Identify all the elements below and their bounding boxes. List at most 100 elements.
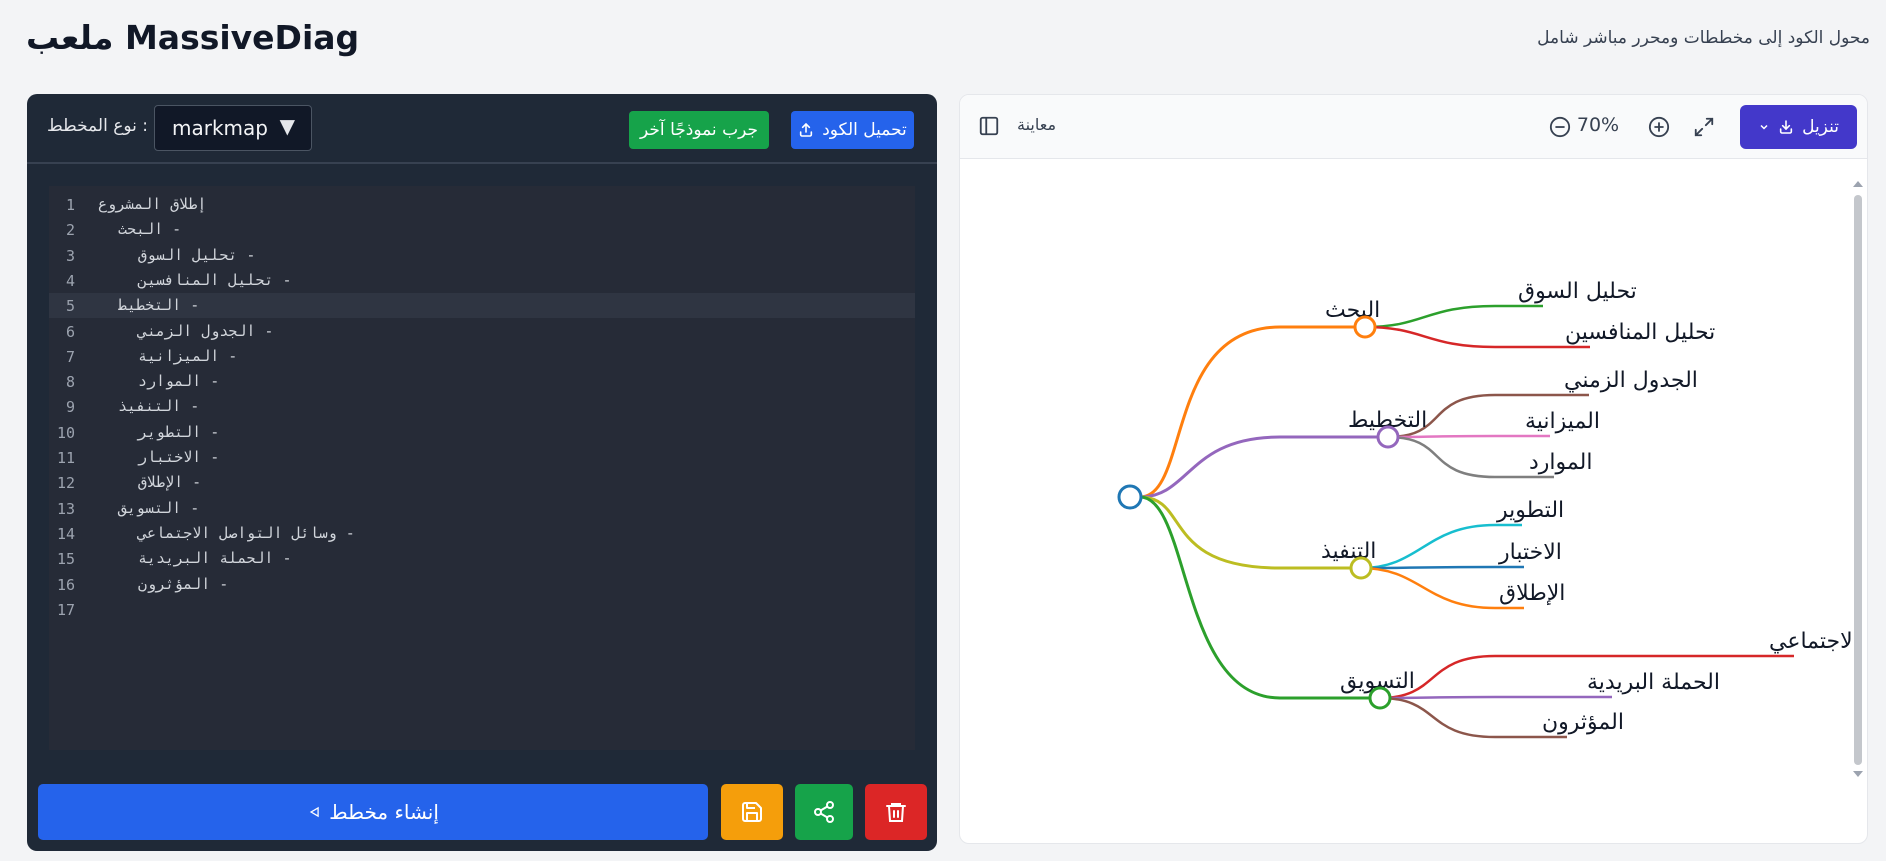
code-line-text: - البحث — [118, 220, 182, 239]
try-example-button[interactable]: جرب نموذجًا آخر — [629, 111, 769, 149]
line-number: 9 — [65, 398, 75, 417]
code-editor-panel: : نوع المخطط markmap ▼ جرب نموذجًا آخر ت… — [27, 94, 937, 851]
sidebar-toggle-icon[interactable] — [978, 115, 1000, 137]
mindmap-child-label: تحليل المنافسين — [1565, 320, 1715, 345]
code-line-text: - تحليل المنافسين — [138, 270, 292, 289]
code-line[interactable]: 5 - التخطيط — [49, 293, 915, 319]
chevron-down-icon — [1760, 124, 1768, 130]
code-line[interactable]: 12 - الإطلاق — [49, 470, 915, 495]
code-line[interactable]: 6 - الجدول الزمني — [49, 319, 915, 344]
editor-toolbar: : نوع المخطط markmap ▼ جرب نموذجًا آخر ت… — [27, 94, 937, 164]
generate-diagram-button[interactable]: إنشاء مخطط — [38, 784, 708, 840]
save-icon — [742, 802, 762, 822]
vertical-scrollbar[interactable] — [1852, 179, 1864, 779]
download-icon — [1779, 120, 1793, 134]
zoom-in-icon[interactable] — [1648, 116, 1670, 138]
code-line-text: - الحملة البريدية — [138, 549, 292, 568]
line-number: 13 — [56, 499, 75, 518]
mindmap-canvas: البحثتحليل السوقتحليل المنافسينالتخطيطال… — [1117, 279, 1867, 739]
code-line-text: - الميزانية — [138, 346, 238, 365]
line-number: 11 — [56, 449, 75, 467]
mindmap-child-link — [1379, 695, 1612, 700]
mindmap-branch-node — [1353, 315, 1377, 339]
code-line[interactable]: 9 - التنفيذ — [49, 394, 915, 419]
line-number: 5 — [65, 297, 75, 316]
upload-label: تحميل الكود — [822, 120, 907, 140]
code-textarea[interactable]: 1 إطلاق المشروع 2 - البحث 3 - تحليل السوق 4 - ت… — [49, 186, 915, 750]
line-number: 6 — [65, 322, 75, 341]
code-line[interactable]: 17 — [49, 597, 915, 622]
mindmap-child-link — [1379, 696, 1567, 739]
line-number: 17 — [56, 600, 75, 619]
save-button[interactable] — [721, 784, 783, 840]
diagram-type-value: markmap — [172, 116, 268, 140]
mindmap-branch-link — [1139, 435, 1388, 499]
diagram-type-label: : نوع المخطط — [47, 116, 148, 136]
line-number: 1 — [65, 196, 75, 214]
code-line[interactable]: 1 إطلاق المشروع — [49, 192, 915, 217]
code-line-text: - المؤثرون — [138, 574, 229, 593]
mindmap-child-label: الحملة البريدية — [1587, 670, 1720, 695]
code-line[interactable]: 11 - الاختبار — [49, 445, 915, 470]
generate-label: إنشاء مخطط — [329, 800, 439, 824]
mindmap-child-link — [1364, 304, 1543, 329]
line-number: 16 — [56, 575, 75, 594]
play-icon — [309, 806, 319, 818]
code-line-text: - الاختبار — [138, 448, 220, 466]
mindmap-child-label: الميزانية — [1525, 409, 1600, 434]
code-line-text: - التسويق — [118, 498, 200, 517]
mindmap-child-link — [1360, 565, 1524, 570]
mindmap-branch-link — [1139, 495, 1380, 700]
code-line[interactable]: 8 - الموارد — [49, 369, 915, 394]
app-title: ملعب MassiveDiag — [26, 18, 360, 57]
zoom-level: 70% — [1576, 114, 1620, 136]
mindmap-branch-node — [1349, 556, 1373, 580]
code-line-text: - وسائل التواصل الاجتماعي — [138, 523, 355, 542]
mindmap-child-label: المؤثرون — [1542, 710, 1624, 735]
code-line[interactable]: 16 - المؤثرون — [49, 572, 915, 597]
preview-panel: معاينة 70% تنزيل البحث تحليل السوق تحليل ا… — [959, 94, 1868, 844]
preview-toolbar: معاينة 70% تنزيل — [960, 95, 1867, 159]
mindmap-child-label: التطوير — [1496, 498, 1564, 523]
app-subtitle: محول الكود إلى مخططات ومحرر مباشر شامل — [1537, 28, 1870, 48]
code-line-text: - التخطيط — [118, 296, 200, 315]
code-line[interactable]: 14 - وسائل التواصل الاجتماعي — [49, 521, 915, 546]
share-button[interactable] — [795, 784, 853, 840]
preview-label: معاينة — [1017, 115, 1057, 134]
code-line[interactable]: 15 - الحملة البريدية — [49, 546, 915, 571]
code-line-text: - التطوير — [138, 422, 220, 441]
mindmap-child-link — [1387, 434, 1550, 439]
code-line[interactable]: 3 - تحليل السوق — [49, 243, 915, 268]
mindmap-root-node — [1117, 484, 1143, 510]
line-number: 14 — [56, 524, 75, 543]
code-line[interactable]: 10 - التطوير — [49, 420, 915, 445]
try-example-label: جرب نموذجًا آخر — [640, 120, 758, 140]
line-number: 3 — [65, 246, 75, 265]
line-number: 7 — [65, 347, 75, 366]
line-number: 15 — [56, 550, 75, 569]
diagram-type-select[interactable]: markmap ▼ — [154, 105, 312, 151]
mindmap-child-label: الإطلاق — [1499, 581, 1565, 606]
code-line[interactable]: 13 - التسويق — [49, 496, 915, 521]
mindmap-child-label: الاختبار — [1498, 540, 1562, 565]
download-label: تنزيل — [1802, 117, 1839, 137]
fullscreen-icon[interactable] — [1693, 116, 1715, 138]
share-icon — [814, 801, 834, 823]
mindmap-child-link — [1360, 523, 1522, 570]
code-line[interactable]: 7 - الميزانية — [49, 344, 915, 369]
upload-code-button[interactable]: تحميل الكود — [791, 111, 914, 149]
code-line[interactable]: 4 - تحليل المنافسين — [49, 268, 915, 293]
mindmap-branch-link — [1139, 325, 1365, 499]
caret-down-icon: ▼ — [279, 114, 295, 138]
mindmap-branch-node — [1376, 425, 1400, 449]
code-line[interactable]: 2 - البحث — [49, 217, 915, 242]
code-line-text: - الموارد — [138, 372, 220, 391]
delete-button[interactable] — [865, 784, 927, 840]
download-button[interactable]: تنزيل — [1740, 105, 1857, 149]
mindmap-child-label: الموارد — [1529, 450, 1592, 475]
upload-icon — [800, 123, 813, 137]
line-number: 12 — [56, 474, 75, 493]
line-number: 10 — [56, 423, 75, 442]
trash-icon — [886, 803, 906, 822]
mindmap-child-label: الجدول الزمني — [1564, 368, 1698, 393]
